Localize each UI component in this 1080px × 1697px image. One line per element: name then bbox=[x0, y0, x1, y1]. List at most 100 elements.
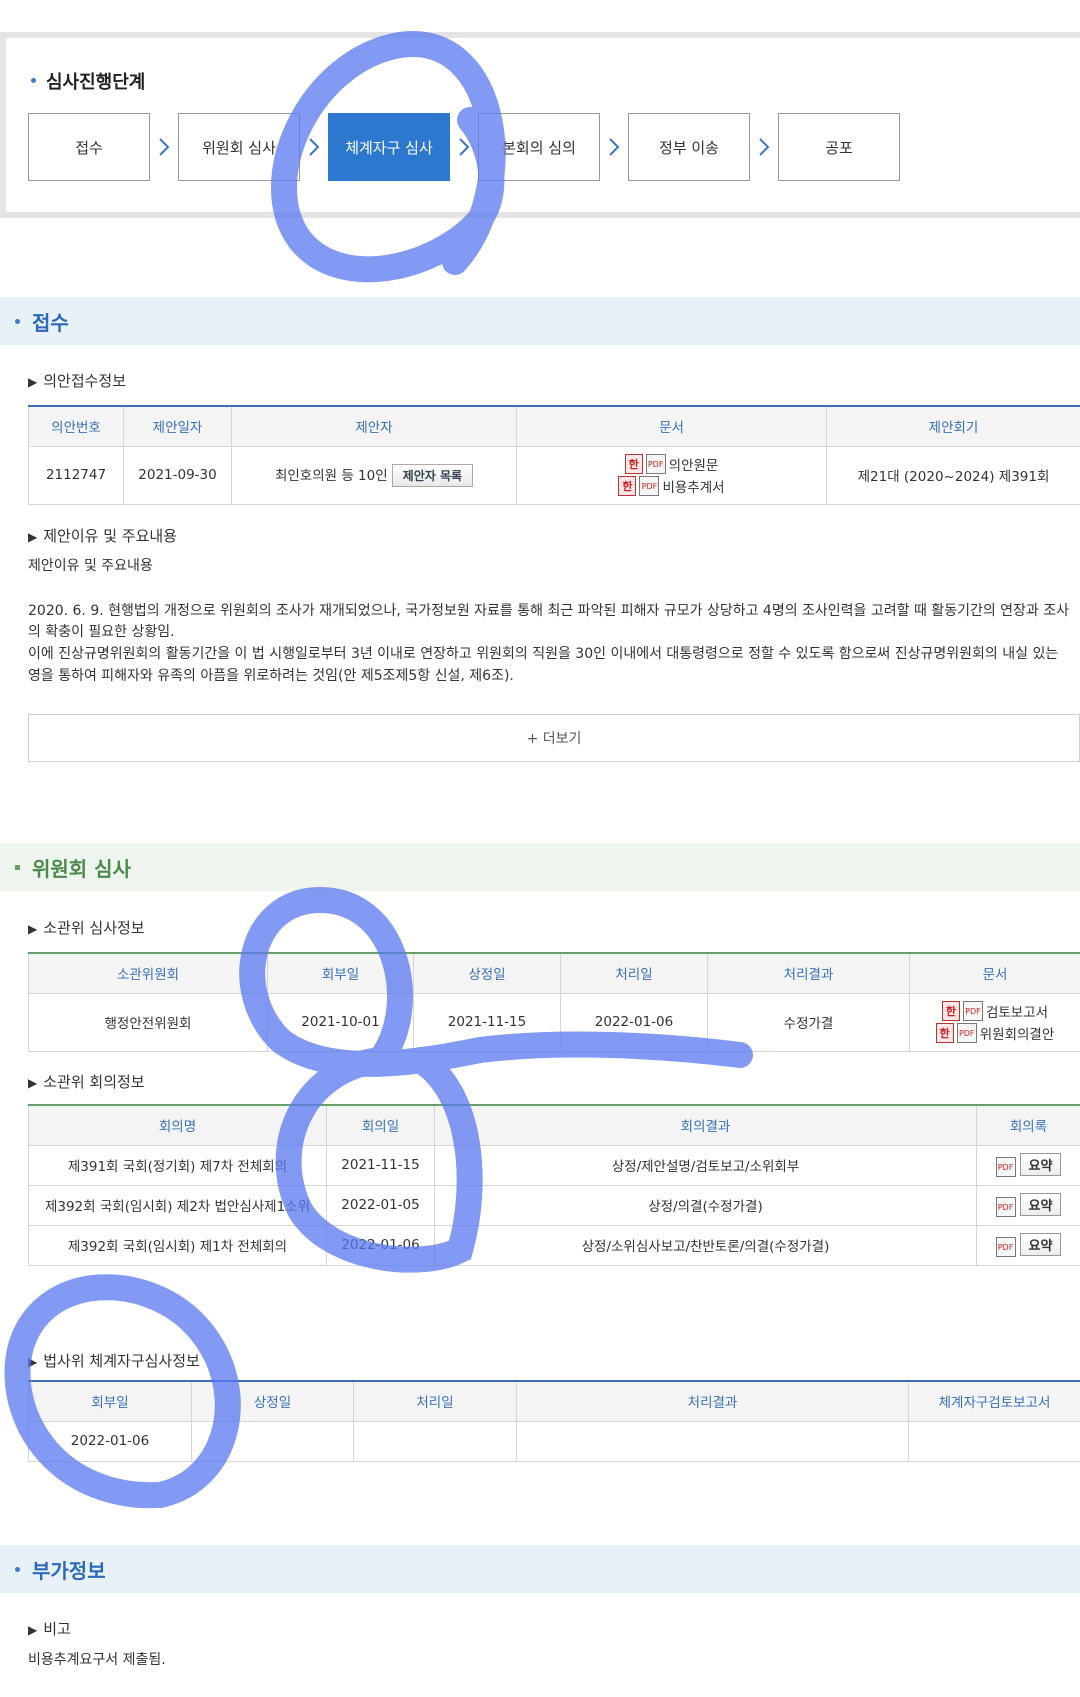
documents-cell: 한 PDF 검토보고서 한 PDF 위원회의결안 bbox=[909, 992, 1080, 1052]
hwp-file-icon[interactable]: 한 bbox=[624, 454, 643, 474]
minutes-cell: PDF 요약 bbox=[976, 1184, 1080, 1226]
col-header: 처리결과 bbox=[516, 1380, 909, 1422]
section-title: 위원회 심사 bbox=[32, 856, 131, 881]
hwp-file-icon[interactable]: 한 bbox=[935, 1023, 954, 1043]
bill-info-table: 의안번호 제안일자 제안자 문서 제안회기 2112747 2021-09-30… bbox=[28, 405, 1080, 505]
doc-label[interactable]: 비용추계서 bbox=[662, 476, 724, 496]
pdf-file-icon[interactable]: PDF bbox=[956, 1023, 977, 1043]
step-promulgation[interactable]: 공포 bbox=[778, 113, 900, 181]
col-header: 제안회기 bbox=[826, 405, 1080, 447]
chevron-right-icon bbox=[600, 113, 628, 181]
col-header: 소관위원회 bbox=[28, 952, 268, 994]
subheading-text: 제안이유 및 주요내용 bbox=[43, 527, 177, 545]
presented-date: 2021-11-15 bbox=[413, 992, 561, 1052]
doc-link[interactable]: 한 PDF 비용추계서 bbox=[517, 475, 826, 497]
meeting-date: 2021-11-15 bbox=[326, 1144, 435, 1186]
triangle-bullet-icon: ▶ bbox=[28, 1623, 38, 1637]
meeting-name: 제391회 국회(정기회) 제7차 전체회의 bbox=[28, 1144, 327, 1186]
bullet-icon bbox=[15, 1566, 20, 1572]
progress-steps: 접수 위원회 심사 체계자구 심사 본회의 심의 정부 이송 공포 bbox=[28, 113, 900, 181]
proposer-list-button[interactable]: 제안자 목록 bbox=[391, 463, 474, 487]
processed-date: 2022-01-06 bbox=[560, 992, 708, 1052]
progress-title-text: 심사진행단계 bbox=[46, 72, 146, 93]
bullet-icon bbox=[15, 864, 20, 870]
meeting-name: 제392회 국회(임시회) 제1차 전체회의 bbox=[28, 1224, 327, 1266]
referred-date: 2021-10-01 bbox=[267, 992, 414, 1052]
step-government-transfer[interactable]: 정부 이송 bbox=[628, 113, 750, 181]
col-header: 체계자구검토보고서 bbox=[908, 1380, 1080, 1422]
referred-date: 2022-01-06 bbox=[28, 1420, 192, 1462]
pdf-file-icon[interactable]: PDF bbox=[995, 1197, 1016, 1218]
progress-title: 심사진행단계 bbox=[31, 68, 145, 94]
step-plenary[interactable]: 본회의 심의 bbox=[478, 113, 600, 181]
triangle-bullet-icon: ▶ bbox=[28, 1076, 38, 1090]
col-header: 회의명 bbox=[28, 1104, 327, 1146]
col-header: 상정일 bbox=[413, 952, 561, 994]
chevron-right-icon bbox=[750, 113, 778, 181]
bullet-icon bbox=[31, 77, 36, 83]
pdf-file-icon[interactable]: PDF bbox=[995, 1237, 1016, 1258]
summary-button[interactable]: 요약 bbox=[1019, 1192, 1062, 1216]
subheading-note: ▶ 비고 bbox=[28, 1618, 71, 1639]
session-cell: 제21대 (2020~2024) 제391회 bbox=[826, 445, 1080, 505]
pdf-file-icon[interactable]: PDF bbox=[645, 454, 666, 474]
col-header: 제안자 bbox=[231, 405, 517, 447]
section-title: 부가정보 bbox=[32, 1558, 106, 1583]
doc-link[interactable]: 한 PDF 검토보고서 bbox=[910, 1000, 1080, 1022]
table-row: 2112747 2021-09-30 최인호의원 등 10인 제안자 목록 한 PD… bbox=[28, 445, 1080, 505]
section-title: 접수 bbox=[32, 310, 69, 335]
processed-date bbox=[353, 1420, 517, 1462]
step-committee-review[interactable]: 위원회 심사 bbox=[178, 113, 300, 181]
bill-number: 2112747 bbox=[28, 445, 124, 505]
triangle-bullet-icon: ▶ bbox=[28, 922, 38, 936]
step-reception[interactable]: 접수 bbox=[28, 113, 150, 181]
more-button[interactable]: + 더보기 bbox=[28, 714, 1080, 762]
table-row: 행정안전위원회 2021-10-01 2021-11-15 2022-01-06… bbox=[28, 992, 1080, 1052]
doc-link[interactable]: 한 PDF 위원회의결안 bbox=[910, 1022, 1080, 1044]
doc-label[interactable]: 검토보고서 bbox=[986, 1001, 1048, 1021]
pdf-file-icon[interactable]: PDF bbox=[962, 1001, 983, 1021]
pdf-file-icon[interactable]: PDF bbox=[639, 476, 660, 496]
step-legal-review[interactable]: 체계자구 심사 bbox=[328, 113, 450, 181]
subheading-text: 의안접수정보 bbox=[43, 372, 127, 390]
summary-button[interactable]: 요약 bbox=[1019, 1232, 1062, 1256]
doc-label[interactable]: 의안원문 bbox=[669, 454, 719, 474]
subheading-reason: ▶ 제안이유 및 주요내용 bbox=[28, 525, 177, 546]
reason-label: 제안이유 및 주요내용 bbox=[28, 558, 153, 574]
chevron-right-icon bbox=[300, 113, 328, 181]
note-text: 비용추계요구서 제출됨. bbox=[28, 1652, 166, 1668]
hwp-file-icon[interactable]: 한 bbox=[941, 1001, 960, 1021]
documents-cell: 한 PDF 의안원문 한 PDF 비용추계서 bbox=[516, 445, 827, 505]
subheading-meeting-info: ▶ 소관위 회의정보 bbox=[28, 1071, 145, 1092]
progress-panel: 심사진행단계 접수 위원회 심사 체계자구 심사 본회의 심의 정부 이송 공포 bbox=[0, 32, 1080, 218]
doc-label[interactable]: 위원회의결안 bbox=[980, 1023, 1055, 1043]
reason-paragraph-1: 2020. 6. 9. 현행법의 개정으로 위원회의 조사가 재개되었으나, 국… bbox=[28, 603, 1070, 619]
hwp-file-icon[interactable]: 한 bbox=[618, 476, 637, 496]
reason-paragraph-2b: 영을 통하여 피해자와 유족의 아픔을 위로하려는 것임(안 제5조제5항 신설… bbox=[28, 668, 514, 684]
col-header: 회부일 bbox=[267, 952, 414, 994]
section-header-reception: 접수 bbox=[0, 297, 1080, 345]
table-row: 제392회 국회(임시회) 제2차 법안심사제1소위 2022-01-05 상정… bbox=[28, 1184, 1080, 1226]
process-result: 수정가결 bbox=[707, 992, 910, 1052]
summary-button[interactable]: 요약 bbox=[1019, 1152, 1062, 1176]
triangle-bullet-icon: ▶ bbox=[28, 375, 38, 389]
meeting-result: 상정/의결(수정가결) bbox=[434, 1184, 977, 1226]
proposal-date: 2021-09-30 bbox=[123, 445, 232, 505]
table-row: 2022-01-06 bbox=[28, 1420, 1080, 1462]
proposer-text: 최인호의원 등 10인 bbox=[274, 467, 388, 484]
reason-paragraph-1b: 의 확충이 필요한 상황임. bbox=[28, 624, 175, 640]
proposer-cell: 최인호의원 등 10인 제안자 목록 bbox=[231, 445, 517, 505]
section-header-extra: 부가정보 bbox=[0, 1545, 1080, 1593]
subheading-committee-review: ▶ 소관위 심사정보 bbox=[28, 917, 145, 938]
pdf-file-icon[interactable]: PDF bbox=[995, 1157, 1016, 1178]
committee-review-table: 소관위원회 회부일 상정일 처리일 처리결과 문서 행정안전위원회 2021-1… bbox=[28, 952, 1080, 1052]
doc-link[interactable]: 한 PDF 의안원문 bbox=[517, 453, 826, 475]
chevron-right-icon bbox=[150, 113, 178, 181]
legal-review-table: 회부일 상정일 처리일 처리결과 체계자구검토보고서 2022-01-06 bbox=[28, 1380, 1080, 1462]
subheading-bill-info: ▶ 의안접수정보 bbox=[28, 370, 126, 391]
col-header: 회부일 bbox=[28, 1380, 192, 1422]
section-header-committee: 위원회 심사 bbox=[0, 843, 1080, 891]
legal-review-report bbox=[908, 1420, 1080, 1462]
col-header: 처리일 bbox=[353, 1380, 517, 1422]
subheading-legal-review: ▶ 법사위 체계자구심사정보 bbox=[28, 1350, 200, 1371]
